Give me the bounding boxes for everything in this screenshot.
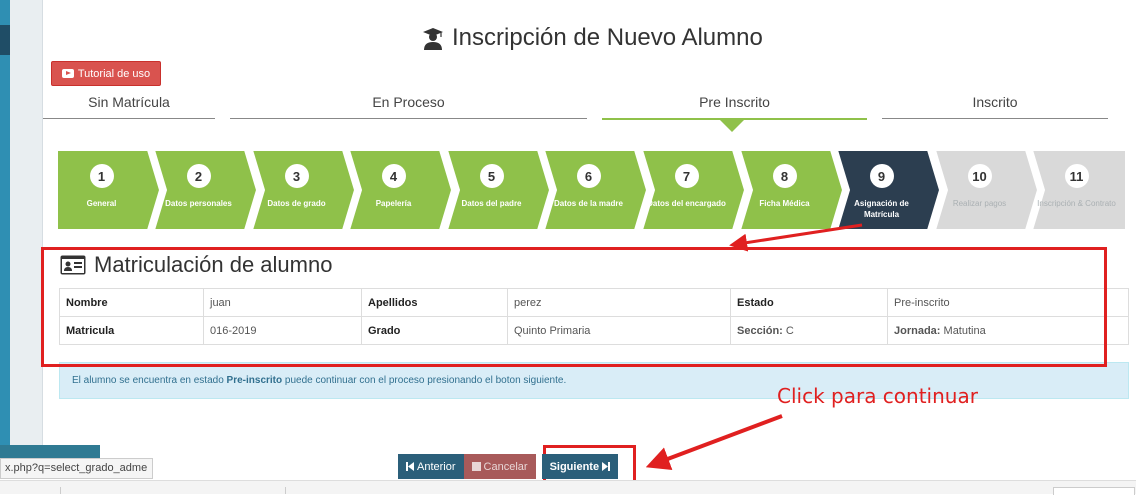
annotation-text: Click para continuar — [777, 384, 978, 408]
step-shape — [542, 150, 648, 230]
step-8[interactable]: 8 Ficha Médica — [738, 150, 844, 230]
step-label: Ficha Médica — [759, 199, 810, 208]
step-label: General — [86, 199, 117, 208]
step-7[interactable]: 7 Datos del encargado — [640, 150, 746, 230]
graduate-icon — [423, 28, 443, 50]
step-number: 10 — [967, 164, 992, 188]
status-tab-label: Inscrito — [972, 94, 1018, 110]
status-tab-label: Pre Inscrito — [699, 94, 770, 110]
url-tooltip: x.php?q=select_grado_adme — [0, 458, 153, 479]
step-4[interactable]: 4 Papelería — [347, 150, 453, 230]
next-button[interactable]: Siguiente — [541, 454, 619, 479]
step-number: 9 — [869, 164, 894, 188]
step-number: 6 — [576, 164, 601, 188]
step-number: 4 — [381, 164, 406, 188]
prev-button[interactable]: Anterior — [398, 454, 464, 479]
step-shape — [1030, 150, 1127, 230]
step-label: Datos del encargado — [647, 199, 726, 208]
step-11[interactable]: 11 Inscripción & Contrato — [1030, 150, 1127, 230]
alert-suffix: puede continuar con el proceso presionan… — [282, 375, 567, 386]
step-label: Datos del padre — [461, 199, 522, 208]
status-tab-underline — [43, 118, 215, 119]
step-number: 8 — [772, 164, 797, 188]
step-backward-icon — [406, 462, 414, 471]
status-tab-pre-inscrito[interactable]: Pre Inscrito — [602, 94, 867, 120]
step-shape — [250, 150, 356, 230]
arrow-to-next-button — [645, 414, 783, 471]
step-shape — [445, 150, 551, 230]
toolbar-pill — [1053, 487, 1135, 495]
wizard-buttons: Anterior Cancelar Siguiente — [398, 454, 619, 479]
step-number: 3 — [284, 164, 309, 188]
step-2[interactable]: 2 Datos personales — [152, 150, 258, 230]
status-tab-label: En Proceso — [372, 94, 445, 110]
tutorial-button[interactable]: Tutorial de uso — [51, 61, 161, 86]
alert-prefix: El alumno se encuentra en estado — [72, 375, 227, 386]
step-9[interactable]: 9 Asignación de Matrícula — [835, 150, 941, 230]
prev-button-label: Anterior — [417, 460, 456, 473]
active-status-pointer — [720, 120, 744, 132]
status-tab-underline — [230, 118, 587, 119]
status-tab-inscrito[interactable]: Inscrito — [882, 94, 1108, 119]
step-label: Inscripción & Contrato — [1037, 199, 1116, 208]
step-3[interactable]: 3 Datos de grado — [250, 150, 356, 230]
step-shape — [933, 150, 1039, 230]
step-label: Datos de grado — [267, 199, 326, 208]
status-tab-underline — [882, 118, 1108, 119]
step-number: 5 — [479, 164, 504, 188]
step-forward-icon — [602, 462, 611, 471]
step-number: 7 — [674, 164, 699, 188]
stop-icon — [471, 462, 481, 471]
step-shape — [738, 150, 844, 230]
status-tab-en-proceso[interactable]: En Proceso — [230, 94, 587, 119]
step-label: Datos personales — [165, 199, 232, 208]
step-shape — [56, 150, 161, 230]
page-title-text: Inscripción de Nuevo Alumno — [452, 24, 763, 51]
step-6[interactable]: 6 Datos de la madre — [542, 150, 648, 230]
step-shape — [152, 150, 258, 230]
cancel-button[interactable]: Cancelar — [463, 454, 536, 479]
step-10[interactable]: 10 Realizar pagos — [933, 150, 1039, 230]
step-label: Asignación de Matrícula — [854, 199, 909, 219]
tutorial-button-label: Tutorial de uso — [77, 67, 151, 80]
step-number: 2 — [186, 164, 211, 188]
status-tab-sin-matricula[interactable]: Sin Matrícula — [43, 94, 215, 119]
step-number: 11 — [1064, 164, 1089, 188]
step-5[interactable]: 5 Datos del padre — [445, 150, 551, 230]
step-label: Realizar pagos — [952, 199, 1007, 208]
step-number: 1 — [89, 164, 114, 188]
status-tab-label: Sin Matrícula — [88, 94, 170, 110]
page-title: Inscripción de Nuevo Alumno — [420, 24, 763, 52]
step-label: Papelería — [375, 199, 412, 208]
highlight-box-info — [41, 247, 1107, 367]
step-label: Datos de la madre — [554, 199, 623, 208]
bottom-toolbar — [0, 480, 1136, 495]
step-shape — [347, 150, 453, 230]
left-sidebar-strip — [10, 0, 43, 460]
left-sidebar-bar — [0, 0, 10, 455]
youtube-icon — [61, 69, 74, 78]
next-button-label: Siguiente — [549, 460, 600, 473]
step-1[interactable]: 1 General — [55, 150, 161, 230]
left-sidebar-active — [0, 25, 10, 55]
step-shape — [640, 150, 746, 230]
cancel-button-label: Cancelar — [483, 460, 528, 473]
alert-status: Pre-inscrito — [226, 375, 283, 386]
